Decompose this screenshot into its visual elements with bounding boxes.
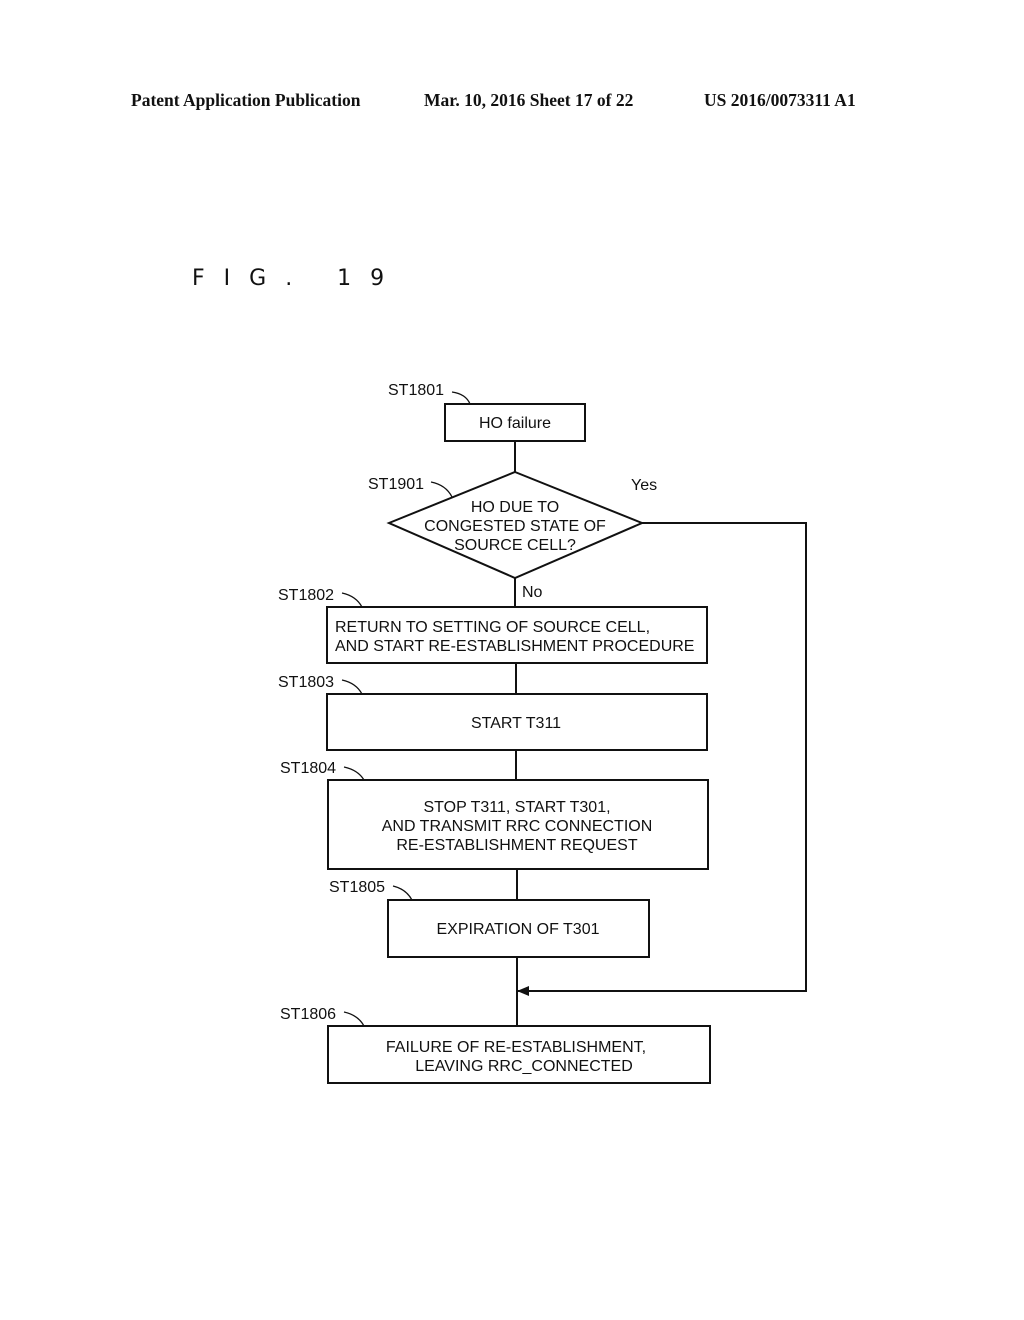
yes-label: Yes: [631, 477, 657, 494]
step-text-st1803: START T311: [471, 715, 561, 732]
leader-st1801: [451, 391, 471, 405]
leader-st1901: [430, 481, 453, 498]
leader-st1805: [392, 885, 413, 901]
flowchart: ST1801 HO failure ST1901 HO DUE TO CONGE…: [278, 382, 807, 1084]
no-label: No: [522, 584, 543, 601]
step-id-st1805: ST1805: [329, 879, 385, 896]
step-text-st1804-line-2: AND TRANSMIT RRC CONNECTION: [382, 818, 653, 835]
step-id-st1802: ST1802: [278, 587, 334, 604]
decision-text-line-1: HO DUE TO: [471, 499, 559, 516]
step-text-st1806-line-1: FAILURE OF RE-ESTABLISHMENT,: [386, 1039, 646, 1056]
step-text-st1805: EXPIRATION OF T301: [436, 921, 599, 938]
leader-st1802: [341, 592, 363, 608]
leader-st1803: [341, 679, 363, 695]
step-text-st1804-line-1: STOP T311, START T301,: [423, 799, 610, 816]
arrowhead-icon: [517, 986, 529, 996]
leader-st1806: [343, 1011, 365, 1027]
step-id-st1804: ST1804: [280, 760, 336, 777]
step-id-st1801: ST1801: [388, 382, 444, 399]
step-id-st1806: ST1806: [280, 1006, 336, 1023]
step-text-st1806-line-2: LEAVING RRC_CONNECTED: [415, 1058, 633, 1075]
step-id-st1803: ST1803: [278, 674, 334, 691]
step-text-st1804-line-3: RE-ESTABLISHMENT REQUEST: [396, 837, 637, 854]
leader-st1804: [343, 766, 365, 781]
decision-text-line-3: SOURCE CELL?: [454, 537, 576, 554]
decision-text-line-2: CONGESTED STATE OF: [424, 518, 606, 535]
step-text-st1802-line-1: RETURN TO SETTING OF SOURCE CELL,: [335, 619, 650, 636]
step-text-st1801: HO failure: [479, 415, 551, 432]
step-text-st1802-line-2: AND START RE-ESTABLISHMENT PROCEDURE: [335, 638, 694, 655]
step-id-st1901: ST1901: [368, 476, 424, 493]
